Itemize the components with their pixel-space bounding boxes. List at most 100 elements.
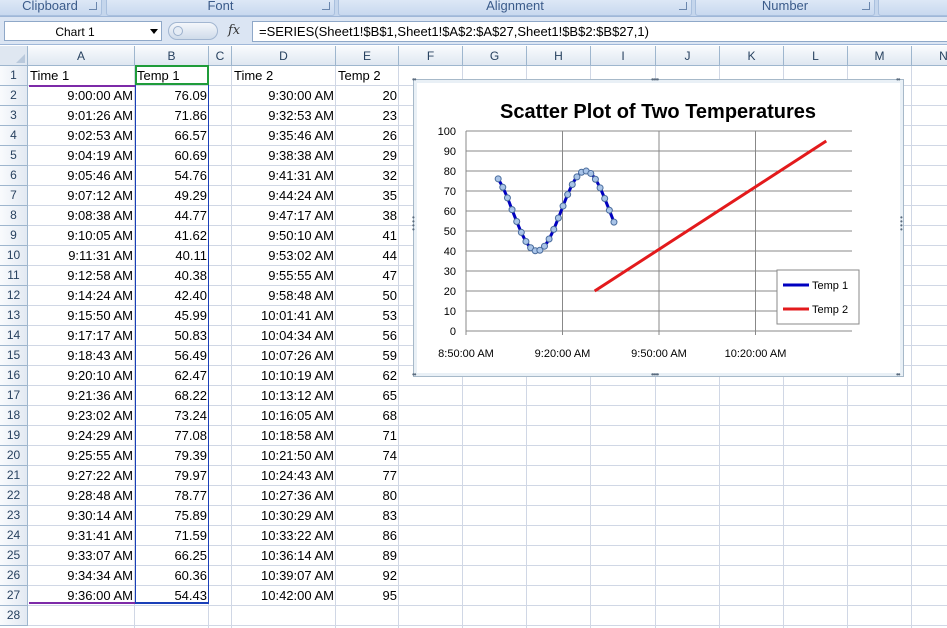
chart-plot[interactable]: Scatter Plot of Two Temperatures 0 10 20 30…: [414, 80, 903, 376]
cell[interactable]: 23: [336, 106, 399, 126]
name-box[interactable]: Chart 1: [4, 21, 162, 41]
row-header[interactable]: 14: [0, 326, 28, 346]
column-header[interactable]: E: [336, 46, 399, 66]
cell[interactable]: 71: [336, 426, 399, 446]
column-header[interactable]: J: [656, 46, 720, 66]
row-header[interactable]: 8: [0, 206, 28, 226]
column-header[interactable]: F: [399, 46, 463, 66]
row-header[interactable]: 1: [0, 66, 28, 86]
cell[interactable]: 53: [336, 306, 399, 326]
cell[interactable]: 9:50:10 AM: [232, 226, 336, 246]
cell[interactable]: 9:53:02 AM: [232, 246, 336, 266]
cell[interactable]: 41: [336, 226, 399, 246]
cell[interactable]: 9:32:53 AM: [232, 106, 336, 126]
cell[interactable]: 65: [336, 386, 399, 406]
cell[interactable]: Time 2: [232, 66, 336, 86]
cell[interactable]: 10:07:26 AM: [232, 346, 336, 366]
chart-title[interactable]: Scatter Plot of Two Temperatures: [500, 101, 816, 123]
cell[interactable]: 62: [336, 366, 399, 386]
cell[interactable]: 38: [336, 206, 399, 226]
cell[interactable]: 9:55:55 AM: [232, 266, 336, 286]
ribbon-group-clipboard[interactable]: Clipboard: [0, 0, 102, 16]
row-header[interactable]: 25: [0, 546, 28, 566]
row-header[interactable]: 3: [0, 106, 28, 126]
cell[interactable]: 68: [336, 406, 399, 426]
cell[interactable]: 20: [336, 86, 399, 106]
row-header[interactable]: 7: [0, 186, 28, 206]
ribbon-group-styles[interactable]: [878, 0, 947, 16]
cell[interactable]: 83: [336, 506, 399, 526]
cell[interactable]: 10:27:36 AM: [232, 486, 336, 506]
row-header[interactable]: 22: [0, 486, 28, 506]
column-header[interactable]: N: [912, 46, 947, 66]
cell[interactable]: 10:01:41 AM: [232, 306, 336, 326]
row-header[interactable]: 15: [0, 346, 28, 366]
row-header[interactable]: 28: [0, 606, 28, 626]
cell[interactable]: 35: [336, 186, 399, 206]
cell[interactable]: 44: [336, 246, 399, 266]
cell[interactable]: 77: [336, 466, 399, 486]
cell[interactable]: 10:18:58 AM: [232, 426, 336, 446]
cell[interactable]: 26: [336, 126, 399, 146]
cell[interactable]: 32: [336, 166, 399, 186]
cell[interactable]: 10:04:34 AM: [232, 326, 336, 346]
cell[interactable]: Temp 2: [336, 66, 399, 86]
row-header[interactable]: 5: [0, 146, 28, 166]
row-header[interactable]: 12: [0, 286, 28, 306]
ribbon-group-alignment[interactable]: Alignment: [338, 0, 692, 16]
row-header[interactable]: 16: [0, 366, 28, 386]
column-header[interactable]: A: [28, 46, 135, 66]
column-header[interactable]: L: [784, 46, 848, 66]
dialog-launcher-icon[interactable]: [679, 2, 687, 10]
row-header[interactable]: 26: [0, 566, 28, 586]
row-header[interactable]: 13: [0, 306, 28, 326]
cell[interactable]: 10:10:19 AM: [232, 366, 336, 386]
chevron-down-icon[interactable]: [150, 29, 158, 34]
row-header[interactable]: 4: [0, 126, 28, 146]
column-header[interactable]: I: [591, 46, 656, 66]
row-header[interactable]: 23: [0, 506, 28, 526]
cell[interactable]: 9:47:17 AM: [232, 206, 336, 226]
column-header[interactable]: C: [209, 46, 232, 66]
cell[interactable]: 9:44:24 AM: [232, 186, 336, 206]
column-header[interactable]: D: [232, 46, 336, 66]
cell[interactable]: Time 1: [28, 66, 135, 86]
cell[interactable]: 74: [336, 446, 399, 466]
cell[interactable]: 56: [336, 326, 399, 346]
cell[interactable]: 10:30:29 AM: [232, 506, 336, 526]
dialog-launcher-icon[interactable]: [322, 2, 330, 10]
cell[interactable]: 86: [336, 526, 399, 546]
formula-bar-resize-handle[interactable]: [168, 22, 218, 40]
cell[interactable]: 9:41:31 AM: [232, 166, 336, 186]
cell[interactable]: 10:13:12 AM: [232, 386, 336, 406]
insert-function-icon[interactable]: fx: [228, 23, 240, 38]
row-header[interactable]: 20: [0, 446, 28, 466]
row-header[interactable]: 24: [0, 526, 28, 546]
ribbon-group-number[interactable]: Number: [695, 0, 875, 16]
row-header[interactable]: 10: [0, 246, 28, 266]
chart-object[interactable]: •••• •••• • • • • • • • • •• •• •• •• Scatter …: [412, 76, 904, 379]
row-header[interactable]: 6: [0, 166, 28, 186]
formula-input[interactable]: =SERIES(Sheet1!$B$1,Sheet1!$A$2:$A$27,Sh…: [252, 21, 947, 42]
cell[interactable]: 50: [336, 286, 399, 306]
row-header[interactable]: 11: [0, 266, 28, 286]
row-header[interactable]: 18: [0, 406, 28, 426]
cell[interactable]: 10:24:43 AM: [232, 466, 336, 486]
row-header[interactable]: 17: [0, 386, 28, 406]
row-header[interactable]: 9: [0, 226, 28, 246]
select-all-button[interactable]: [0, 46, 28, 66]
column-header[interactable]: G: [463, 46, 527, 66]
cell[interactable]: 9:35:46 AM: [232, 126, 336, 146]
ribbon-group-font[interactable]: Font: [106, 0, 335, 16]
cell[interactable]: 9:30:00 AM: [232, 86, 336, 106]
cell[interactable]: 95: [336, 586, 399, 606]
cell[interactable]: 47: [336, 266, 399, 286]
dialog-launcher-icon[interactable]: [862, 2, 870, 10]
row-header[interactable]: 21: [0, 466, 28, 486]
cell[interactable]: 10:21:50 AM: [232, 446, 336, 466]
cell[interactable]: 29: [336, 146, 399, 166]
row-header[interactable]: 19: [0, 426, 28, 446]
cell[interactable]: 9:58:48 AM: [232, 286, 336, 306]
cell[interactable]: 92: [336, 566, 399, 586]
row-header[interactable]: 27: [0, 586, 28, 606]
